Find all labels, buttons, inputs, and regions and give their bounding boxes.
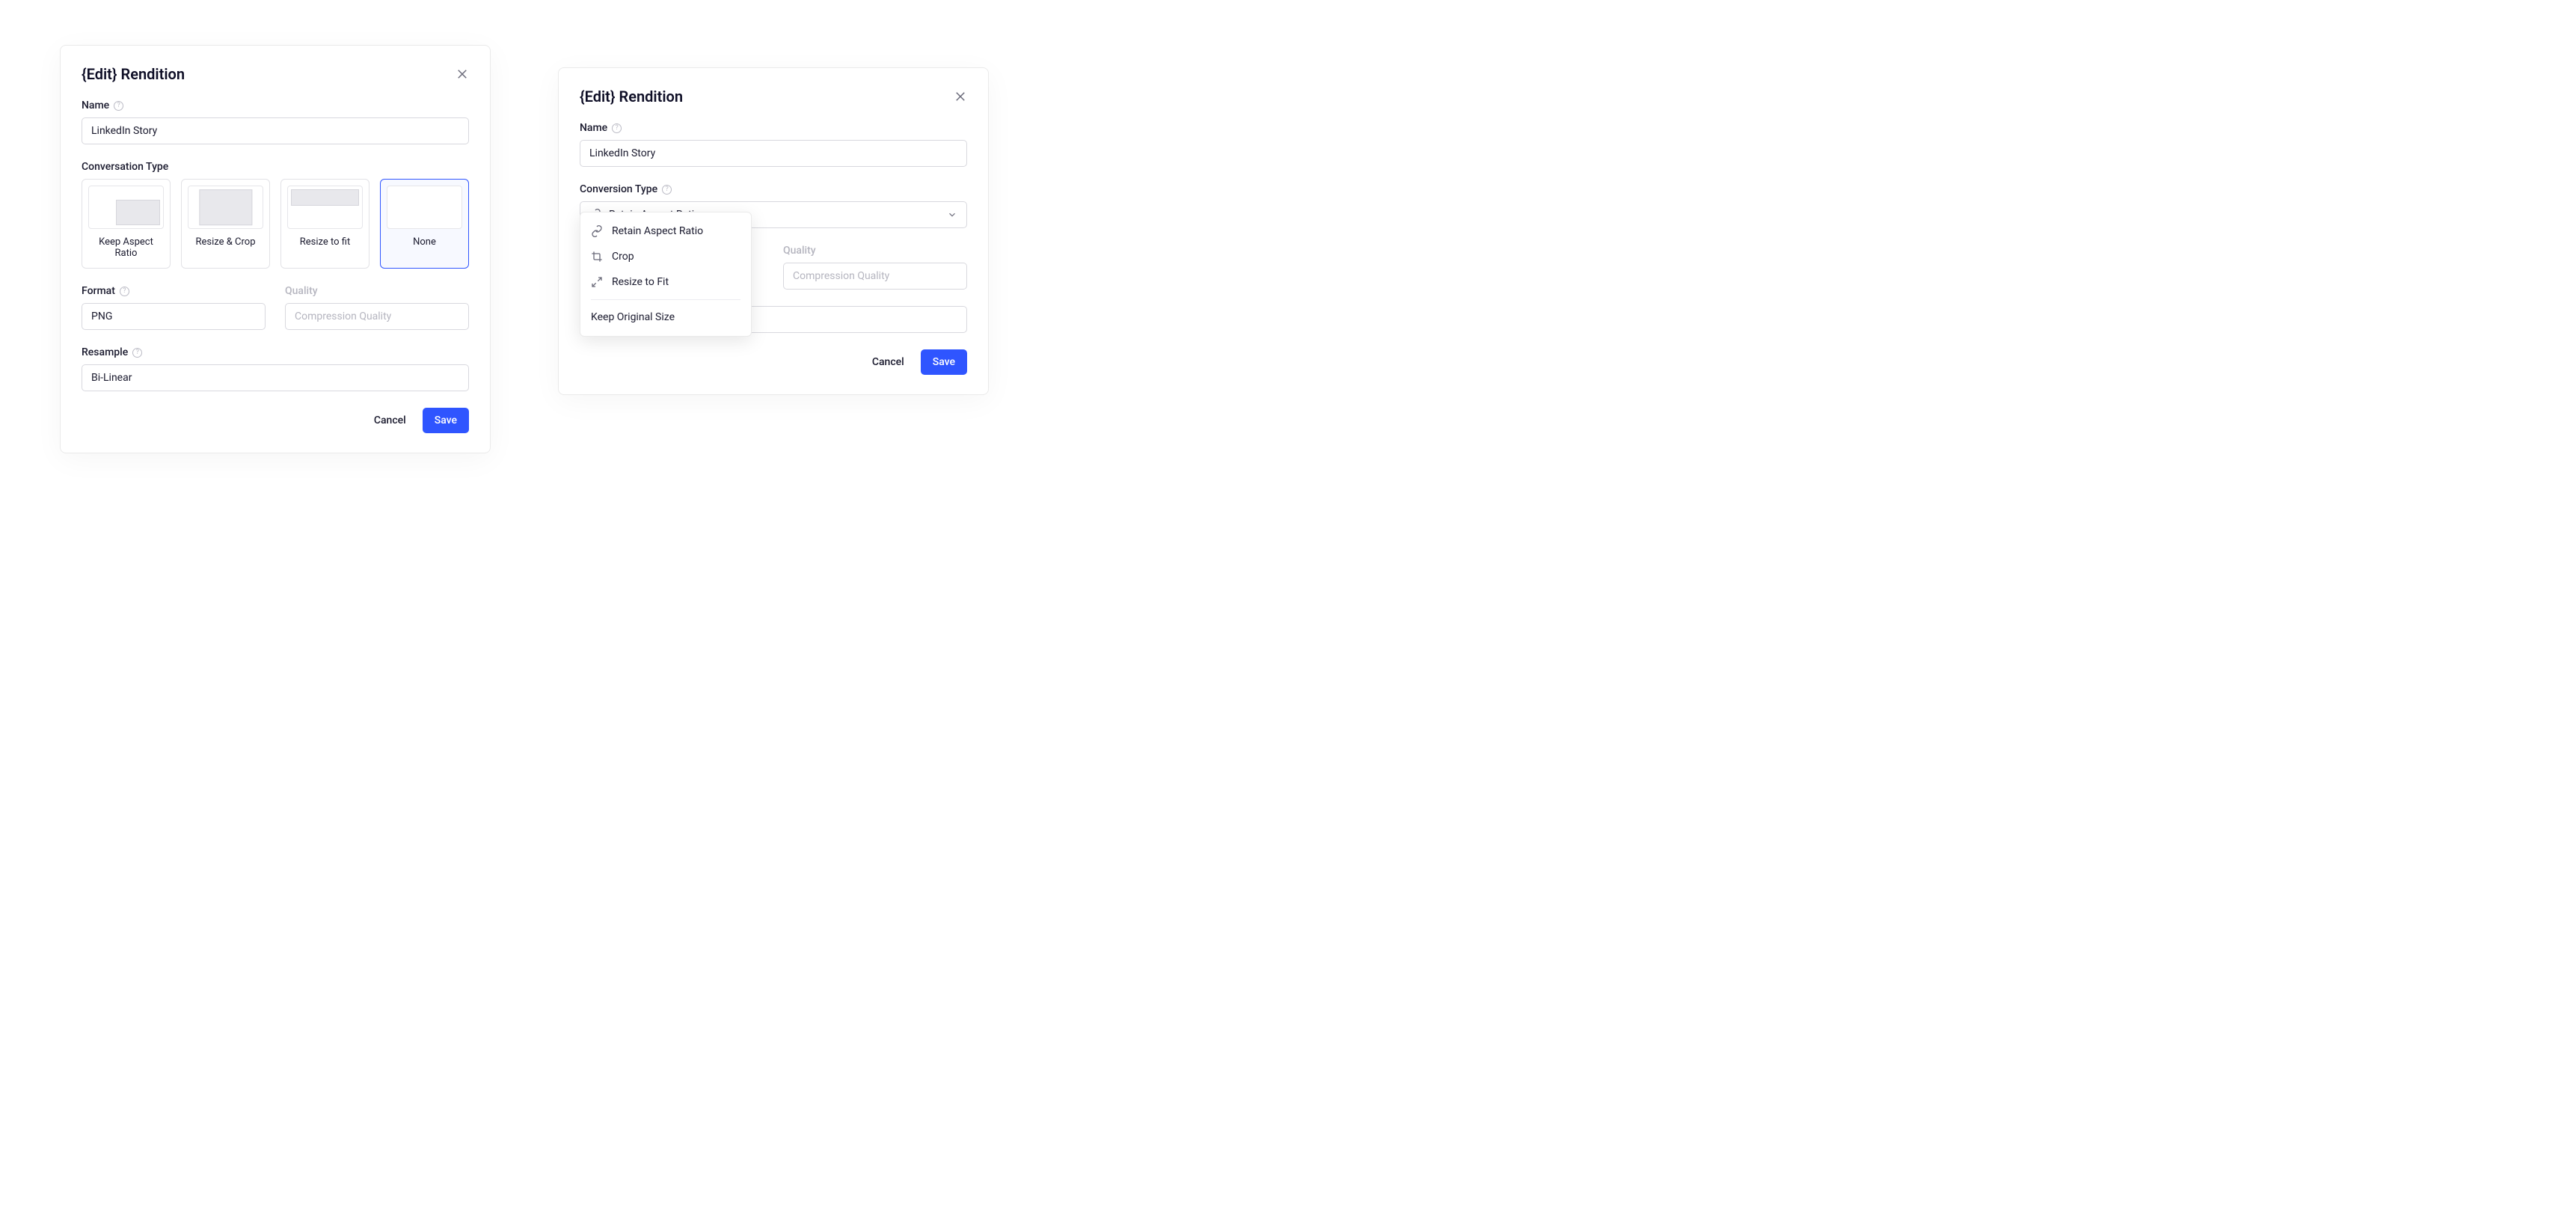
cancel-button[interactable]: Cancel — [872, 356, 904, 368]
tile-label: Resize to fit — [287, 236, 363, 248]
maximize-icon — [591, 276, 603, 288]
resample-label: Resample — [82, 346, 128, 358]
dropdown-option-label: Keep Original Size — [591, 311, 675, 323]
dropdown-option-resize-to-fit[interactable]: Resize to Fit — [580, 269, 751, 295]
dropdown-option-keep-original-size[interactable]: Keep Original Size — [580, 305, 751, 330]
tile-thumb — [387, 186, 462, 229]
save-button[interactable]: Save — [921, 349, 967, 375]
link-icon — [591, 225, 603, 237]
dropdown-option-label: Retain Aspect Ratio — [612, 225, 703, 237]
dialog-title: {Edit} Rendition — [82, 65, 185, 83]
quality-col: Quality — [285, 285, 469, 330]
quality-label: Quality — [285, 285, 318, 297]
tile-none[interactable]: None — [380, 179, 469, 269]
dialog-footer: Cancel Save — [82, 408, 469, 433]
close-icon[interactable] — [954, 90, 967, 103]
conversion-type-section: Conversion Type ? Retain Aspect Ratio Re… — [580, 183, 967, 228]
resample-section: Resample ? — [82, 346, 469, 391]
quality-col: Quality — [783, 245, 967, 290]
dialog-header: {Edit} Rendition — [580, 88, 967, 105]
edit-rendition-dialog-2: {Edit} Rendition Name ? Conversion Type … — [558, 67, 989, 395]
help-icon[interactable]: ? — [612, 123, 622, 133]
tile-label: Resize & Crop — [188, 236, 263, 248]
resample-input[interactable] — [82, 364, 469, 391]
dialog-header: {Edit} Rendition — [82, 65, 469, 83]
name-section: Name ? — [580, 122, 967, 167]
tile-label: Keep Aspect Ratio — [88, 236, 164, 259]
tile-keep-aspect-ratio[interactable]: Keep Aspect Ratio — [82, 179, 171, 269]
format-label: Format — [82, 285, 115, 297]
dialog-footer: Cancel Save — [580, 349, 967, 375]
tile-thumb — [88, 186, 164, 229]
edit-rendition-dialog-1: {Edit} Rendition Name ? Conversation Typ… — [60, 45, 491, 453]
help-icon[interactable]: ? — [132, 348, 142, 358]
help-icon[interactable]: ? — [114, 101, 123, 111]
crop-icon — [591, 251, 603, 263]
name-section: Name ? — [82, 100, 469, 144]
format-col: Format ? — [82, 285, 266, 330]
name-label: Name — [580, 122, 607, 134]
cancel-button[interactable]: Cancel — [374, 414, 406, 426]
tile-thumb — [287, 186, 363, 229]
conversion-tiles: Keep Aspect Ratio Resize & Crop Resize t… — [82, 179, 469, 269]
chevron-down-icon — [947, 209, 957, 220]
dropdown-option-crop[interactable]: Crop — [580, 244, 751, 269]
format-quality-row: Format ? Quality — [82, 285, 469, 330]
help-icon[interactable]: ? — [120, 287, 129, 296]
name-label: Name — [82, 100, 109, 111]
conversion-type-label: Conversion Type — [580, 183, 657, 195]
name-input[interactable] — [580, 140, 967, 167]
tile-label: None — [387, 236, 462, 248]
name-input[interactable] — [82, 117, 469, 144]
quality-input — [285, 303, 469, 330]
dropdown-option-label: Crop — [612, 251, 634, 263]
quality-label: Quality — [783, 245, 816, 257]
save-button[interactable]: Save — [423, 408, 469, 433]
tile-resize-crop[interactable]: Resize & Crop — [181, 179, 270, 269]
help-icon[interactable]: ? — [662, 185, 672, 195]
dropdown-divider — [591, 299, 740, 300]
conversation-type-label: Conversation Type — [82, 161, 168, 173]
format-input[interactable] — [82, 303, 266, 330]
dropdown-option-retain-aspect-ratio[interactable]: Retain Aspect Ratio — [580, 218, 751, 244]
conversion-type-dropdown: Retain Aspect Ratio Crop Resize to Fit — [580, 212, 752, 337]
conversation-type-section: Conversation Type Keep Aspect Ratio Resi… — [82, 161, 469, 269]
dropdown-option-label: Resize to Fit — [612, 276, 669, 288]
tile-thumb — [188, 186, 263, 229]
tile-resize-to-fit[interactable]: Resize to fit — [280, 179, 369, 269]
dialog-title: {Edit} Rendition — [580, 88, 683, 105]
quality-input — [783, 263, 967, 290]
close-icon[interactable] — [456, 67, 469, 81]
